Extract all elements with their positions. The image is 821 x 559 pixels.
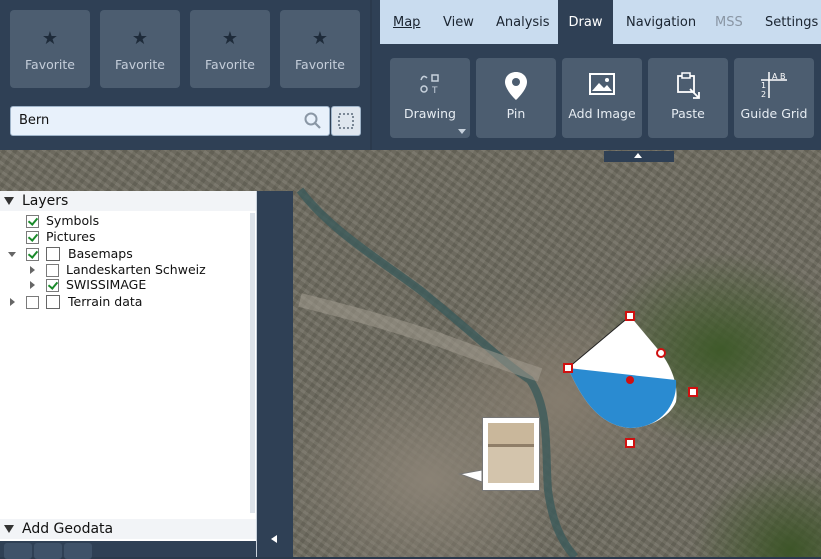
layer-row-swissimage[interactable]: SWISSIMAGE (30, 277, 240, 293)
star-icon: ★ (41, 28, 59, 49)
layers-panel: Layers Symbols Pictures Basemaps Landesk… (0, 191, 257, 559)
layers-header[interactable]: Layers (0, 191, 256, 211)
menu-view[interactable]: View (443, 0, 477, 44)
layer-row-terrain[interactable]: Terrain data (8, 294, 248, 310)
svg-text:A B: A B (772, 72, 786, 81)
dropdown-icon (458, 129, 466, 134)
star-icon: ★ (131, 28, 149, 49)
menu-navigation[interactable]: Navigation (626, 0, 706, 44)
layer-checkbox[interactable] (26, 248, 39, 261)
ribbon-collapse-button[interactable] (604, 151, 674, 162)
expand-icon[interactable] (30, 266, 35, 274)
panel-side-strip (257, 191, 293, 557)
menu-bar: Map View Analysis Draw Navigation MSS Se… (380, 0, 821, 44)
menu-map[interactable]: Map (393, 0, 425, 44)
menu-draw[interactable]: Draw (558, 0, 613, 44)
menu-analysis[interactable]: Analysis (496, 0, 556, 44)
layer-checkbox[interactable] (26, 215, 39, 228)
photo-popup[interactable] (482, 417, 540, 491)
grid-icon: A B 1 2 (761, 72, 787, 99)
layer-row-landeskarten[interactable]: Landeskarten Schweiz (30, 262, 240, 278)
center-handle (626, 376, 634, 384)
guide-grid-tool-button[interactable]: A B 1 2 Guide Grid (734, 58, 814, 138)
add-image-tool-button[interactable]: Add Image (562, 58, 642, 138)
vertex-handle (625, 438, 635, 448)
add-geodata-header[interactable]: Add Geodata (0, 519, 256, 539)
layer-checkbox[interactable] (26, 231, 39, 244)
dashed-rect-icon (338, 113, 354, 129)
layers-scrollbar[interactable] (250, 213, 255, 513)
shapes-icon: T (420, 74, 439, 96)
layer-checkbox[interactable] (46, 264, 59, 277)
collapse-icon (4, 525, 14, 533)
geodata-toolbar (0, 541, 256, 559)
search-box (10, 106, 330, 136)
menu-settings[interactable]: Settings (765, 0, 821, 44)
vertex-handle (563, 363, 573, 373)
photo-thumbnail (488, 423, 534, 483)
collapse-panel-icon[interactable] (271, 535, 277, 543)
svg-text:2: 2 (761, 90, 766, 99)
popup-tail (458, 469, 483, 483)
star-icon: ★ (221, 28, 239, 49)
pin-icon (505, 72, 527, 100)
layer-checkbox[interactable] (46, 279, 59, 292)
layer-row-basemaps[interactable]: Basemaps (8, 246, 248, 262)
search-input[interactable] (11, 107, 299, 133)
favorite-button-4[interactable]: ★ Favorite (280, 10, 360, 88)
expand-icon[interactable] (30, 281, 35, 289)
search-icon[interactable] (303, 111, 323, 131)
star-icon: ★ (311, 28, 329, 49)
expand-icon[interactable] (10, 298, 15, 306)
area-select-button[interactable] (331, 106, 361, 136)
paste-icon (677, 72, 700, 99)
svg-text:1: 1 (761, 81, 766, 90)
favorite-button-3[interactable]: ★ Favorite (190, 10, 270, 88)
rotate-handle (656, 348, 666, 358)
image-icon (589, 73, 615, 95)
svg-text:T: T (431, 86, 438, 96)
vertex-handle (625, 311, 635, 321)
favorite-button-1[interactable]: ★ Favorite (10, 10, 90, 88)
chevron-up-icon (634, 153, 642, 158)
drawing-tool-button[interactable]: T Drawing (390, 58, 470, 138)
favorite-button-2[interactable]: ★ Favorite (100, 10, 180, 88)
pin-tool-button[interactable]: Pin (476, 58, 556, 138)
drawn-sector-shape[interactable] (563, 311, 698, 448)
paste-tool-button[interactable]: Paste (648, 58, 728, 138)
favorites-panel: ★ Favorite ★ Favorite ★ Favorite ★ Favor… (0, 0, 370, 150)
vertex-handle (688, 387, 698, 397)
ribbon: Map View Analysis Draw Navigation MSS Se… (372, 0, 821, 150)
expand-icon[interactable] (8, 252, 16, 257)
layer-group-icon (46, 247, 60, 261)
layer-checkbox[interactable] (26, 296, 39, 309)
menu-mss: MSS (715, 15, 743, 30)
collapse-icon (4, 197, 14, 205)
layer-group-icon (46, 295, 60, 309)
